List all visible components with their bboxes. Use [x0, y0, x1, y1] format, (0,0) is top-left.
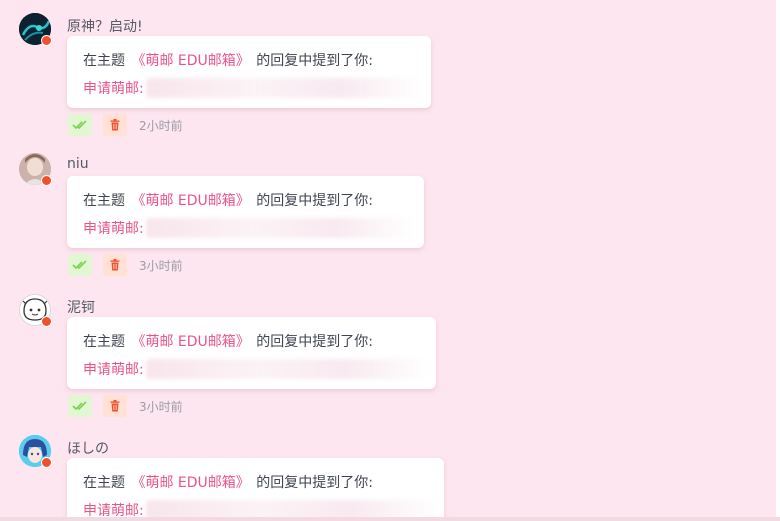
notification-item: ほしの 在主题 《萌邮 EDU邮箱》 的回复中提到了你: 申请萌邮:: [0, 435, 776, 517]
notification-card: 在主题 《萌邮 EDU邮箱》 的回复中提到了你: 申请萌邮:: [67, 458, 444, 517]
topic-link[interactable]: 《萌邮 EDU邮箱》: [131, 334, 249, 350]
mention-prefix: 在主题: [83, 334, 125, 350]
blurred-excerpt: [145, 78, 422, 98]
timestamp: 3小时前: [139, 258, 183, 273]
mark-read-button[interactable]: [68, 254, 92, 276]
trash-icon: [110, 400, 120, 412]
excerpt-label: 申请萌邮:: [83, 503, 144, 517]
blurred-excerpt: [145, 218, 416, 238]
notification-item: niu 在主题 《萌邮 EDU邮箱》 的回复中提到了你: 申请萌邮: 3小时前: [0, 153, 776, 278]
excerpt-label: 申请萌邮:: [83, 362, 144, 378]
mark-read-button[interactable]: [68, 114, 92, 136]
mention-text: 在主题 《萌邮 EDU邮箱》 的回复中提到了你:: [83, 190, 373, 210]
mention-suffix: 的回复中提到了你:: [256, 334, 373, 350]
delete-button[interactable]: [103, 114, 127, 136]
mention-prefix: 在主题: [83, 53, 125, 69]
mark-read-button[interactable]: [68, 395, 92, 417]
reply-excerpt: 申请萌邮:: [83, 78, 422, 98]
topic-link[interactable]: 《萌邮 EDU邮箱》: [131, 53, 249, 69]
reply-excerpt: 申请萌邮:: [83, 218, 416, 238]
delete-button[interactable]: [103, 395, 127, 417]
mention-text: 在主题 《萌邮 EDU邮箱》 的回复中提到了你:: [83, 50, 373, 70]
notification-card: 在主题 《萌邮 EDU邮箱》 的回复中提到了你: 申请萌邮:: [67, 176, 424, 248]
username[interactable]: 泥钶: [67, 297, 95, 317]
notification-actions: 3小时前: [68, 395, 183, 417]
double-check-icon: [72, 260, 87, 270]
status-dot-icon: [41, 316, 52, 327]
notification-item: 原神？启动! 在主题 《萌邮 EDU邮箱》 的回复中提到了你: 申请萌邮: 2小…: [0, 13, 776, 138]
mention-suffix: 的回复中提到了你:: [256, 475, 373, 491]
bottom-edge: [0, 517, 780, 521]
scroll-edge: [776, 0, 780, 521]
notification-card: 在主题 《萌邮 EDU邮箱》 的回复中提到了你: 申请萌邮:: [67, 317, 436, 389]
trash-icon: [110, 259, 120, 271]
mention-text: 在主题 《萌邮 EDU邮箱》 的回复中提到了你:: [83, 472, 373, 492]
delete-button[interactable]: [103, 254, 127, 276]
reply-excerpt: 申请萌邮:: [83, 359, 430, 379]
notification-card: 在主题 《萌邮 EDU邮箱》 的回复中提到了你: 申请萌邮:: [67, 36, 431, 108]
notification-item: 泥钶 在主题 《萌邮 EDU邮箱》 的回复中提到了你: 申请萌邮: 3小时前: [0, 294, 776, 419]
timestamp: 3小时前: [139, 399, 183, 414]
double-check-icon: [72, 401, 87, 411]
topic-link[interactable]: 《萌邮 EDU邮箱》: [131, 193, 249, 209]
mention-suffix: 的回复中提到了你:: [256, 193, 373, 209]
mention-prefix: 在主题: [83, 475, 125, 491]
timestamp: 2小时前: [139, 118, 183, 133]
mention-suffix: 的回复中提到了你:: [256, 53, 373, 69]
username[interactable]: niu: [67, 156, 89, 172]
mention-prefix: 在主题: [83, 193, 125, 209]
trash-icon: [110, 119, 120, 131]
topic-link[interactable]: 《萌邮 EDU邮箱》: [131, 475, 249, 491]
blurred-excerpt: [145, 500, 438, 517]
username[interactable]: ほしの: [67, 438, 109, 458]
excerpt-label: 申请萌邮:: [83, 221, 144, 237]
status-dot-icon: [41, 35, 52, 46]
blurred-excerpt: [145, 359, 430, 379]
notification-actions: 2小时前: [68, 114, 183, 136]
excerpt-label: 申请萌邮:: [83, 81, 144, 97]
status-dot-icon: [41, 457, 52, 468]
reply-excerpt: 申请萌邮:: [83, 500, 438, 517]
status-dot-icon: [41, 175, 52, 186]
mention-text: 在主题 《萌邮 EDU邮箱》 的回复中提到了你:: [83, 331, 373, 351]
username[interactable]: 原神？启动!: [67, 16, 143, 36]
double-check-icon: [72, 120, 87, 130]
notification-actions: 3小时前: [68, 254, 183, 276]
